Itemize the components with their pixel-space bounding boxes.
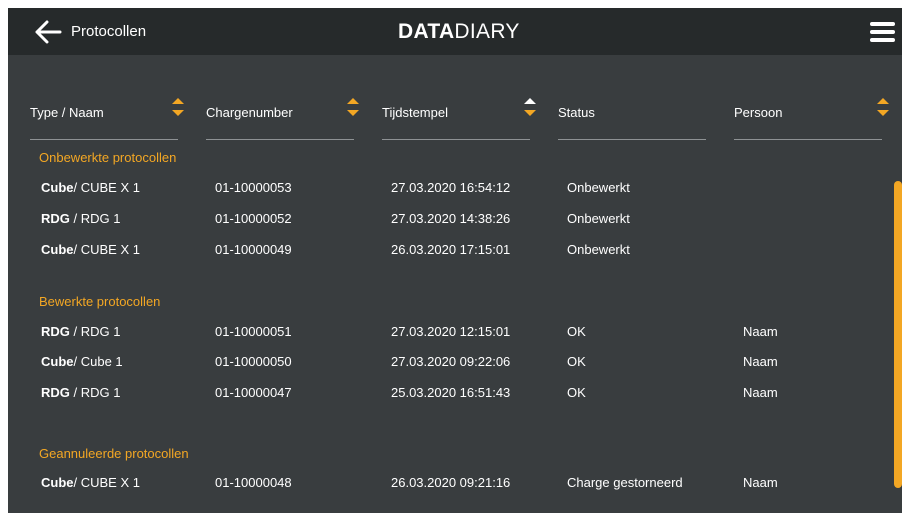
arrow-left-icon[interactable]	[34, 20, 62, 44]
column-header-person[interactable]: Persoon	[734, 98, 898, 140]
name-label: / RDG 1	[69, 385, 121, 400]
page-title: Protocollen	[71, 23, 147, 40]
top-bar: Protocollen DATADIARY	[8, 8, 902, 55]
timestamp-cell: 27.03.2020 09:22:06	[391, 354, 511, 369]
table-row[interactable]: Cube/ CUBE X 1 01-10000049 26.03.2020 17…	[8, 242, 888, 264]
column-header-status[interactable]: Status	[558, 98, 722, 140]
charge-cell: 01-10000049	[215, 242, 292, 257]
charge-cell: 01-10000047	[215, 385, 292, 400]
logo-light-text: DIARY	[454, 20, 520, 43]
person-cell: Naam	[743, 354, 778, 369]
logo-bold-text: DATA	[398, 20, 455, 43]
table-row[interactable]: Cube/ CUBE X 1 01-10000053 27.03.2020 16…	[8, 180, 888, 202]
person-cell: Naam	[743, 475, 778, 490]
person-cell: Naam	[743, 324, 778, 339]
table-row[interactable]: Cube/ Cube 1 01-10000050 27.03.2020 09:2…	[8, 354, 888, 376]
table-row[interactable]: RDG / RDG 1 01-10000047 25.03.2020 16:51…	[8, 385, 888, 407]
status-cell: Charge gestorneerd	[567, 475, 683, 490]
header-underline	[558, 139, 706, 140]
type-name-cell: Cube/ Cube 1	[41, 354, 123, 369]
section-title-onbewerkt: Onbewerkte protocollen	[39, 150, 177, 165]
status-cell: OK	[567, 385, 586, 400]
type-name-cell: Cube/ CUBE X 1	[41, 242, 140, 257]
type-label: RDG	[41, 385, 70, 400]
timestamp-cell: 26.03.2020 17:15:01	[391, 242, 511, 257]
type-name-cell: RDG / RDG 1	[41, 324, 120, 339]
sort-arrows-icon[interactable]	[172, 98, 184, 122]
charge-cell: 01-10000053	[215, 180, 292, 195]
name-label: / CUBE X 1	[73, 475, 140, 490]
timestamp-cell: 26.03.2020 09:21:16	[391, 475, 511, 490]
header-underline	[30, 139, 178, 140]
type-label: Cube	[41, 354, 74, 369]
timestamp-cell: 25.03.2020 16:51:43	[391, 385, 511, 400]
header-underline	[734, 139, 882, 140]
column-header-charge[interactable]: Chargenumber	[206, 98, 370, 140]
hamburger-menu-icon[interactable]	[870, 22, 895, 42]
datadiary-logo: DATADIARY	[398, 20, 520, 44]
section-title-geannuleerd: Geannuleerde protocollen	[39, 446, 189, 461]
name-label: / RDG 1	[69, 324, 121, 339]
column-header-person-label: Persoon	[734, 105, 783, 120]
column-header-status-label: Status	[558, 105, 595, 120]
name-label: / RDG 1	[69, 211, 121, 226]
type-label: Cube	[41, 475, 74, 490]
type-name-cell: Cube/ CUBE X 1	[41, 180, 140, 195]
section-title-bewerkt: Bewerkte protocollen	[39, 294, 161, 309]
timestamp-cell: 27.03.2020 14:38:26	[391, 211, 511, 226]
name-label: / CUBE X 1	[73, 180, 140, 195]
type-label: Cube	[41, 242, 74, 257]
charge-cell: 01-10000051	[215, 324, 292, 339]
sort-arrows-icon[interactable]	[877, 98, 889, 122]
name-label: / Cube 1	[73, 354, 123, 369]
person-cell: Naam	[743, 385, 778, 400]
table-row[interactable]: RDG / RDG 1 01-10000051 27.03.2020 12:15…	[8, 324, 888, 346]
status-cell: OK	[567, 354, 586, 369]
column-header-type[interactable]: Type / Naam	[30, 98, 194, 140]
scrollbar-thumb[interactable]	[894, 181, 902, 488]
timestamp-cell: 27.03.2020 16:54:12	[391, 180, 511, 195]
charge-cell: 01-10000048	[215, 475, 292, 490]
header-underline	[382, 139, 530, 140]
charge-cell: 01-10000050	[215, 354, 292, 369]
status-cell: OK	[567, 324, 586, 339]
app-window: Protocollen DATADIARY Type / Naam Charge…	[8, 8, 902, 513]
status-cell: Onbewerkt	[567, 211, 630, 226]
column-header-type-label: Type / Naam	[30, 105, 104, 120]
table-row[interactable]: Cube/ CUBE X 1 01-10000048 26.03.2020 09…	[8, 475, 888, 497]
header-underline	[206, 139, 354, 140]
type-name-cell: Cube/ CUBE X 1	[41, 475, 140, 490]
type-label: RDG	[41, 324, 70, 339]
column-header-timestamp-label: Tijdstempel	[382, 105, 448, 120]
type-label: RDG	[41, 211, 70, 226]
sort-arrows-icon[interactable]	[524, 98, 536, 122]
column-header-timestamp[interactable]: Tijdstempel	[382, 98, 546, 140]
timestamp-cell: 27.03.2020 12:15:01	[391, 324, 511, 339]
name-label: / CUBE X 1	[73, 242, 140, 257]
table-row[interactable]: RDG / RDG 1 01-10000052 27.03.2020 14:38…	[8, 211, 888, 233]
type-name-cell: RDG / RDG 1	[41, 211, 120, 226]
status-cell: Onbewerkt	[567, 242, 630, 257]
sort-arrows-icon[interactable]	[347, 98, 359, 122]
column-header-charge-label: Chargenumber	[206, 105, 293, 120]
status-cell: Onbewerkt	[567, 180, 630, 195]
charge-cell: 01-10000052	[215, 211, 292, 226]
type-label: Cube	[41, 180, 74, 195]
type-name-cell: RDG / RDG 1	[41, 385, 120, 400]
